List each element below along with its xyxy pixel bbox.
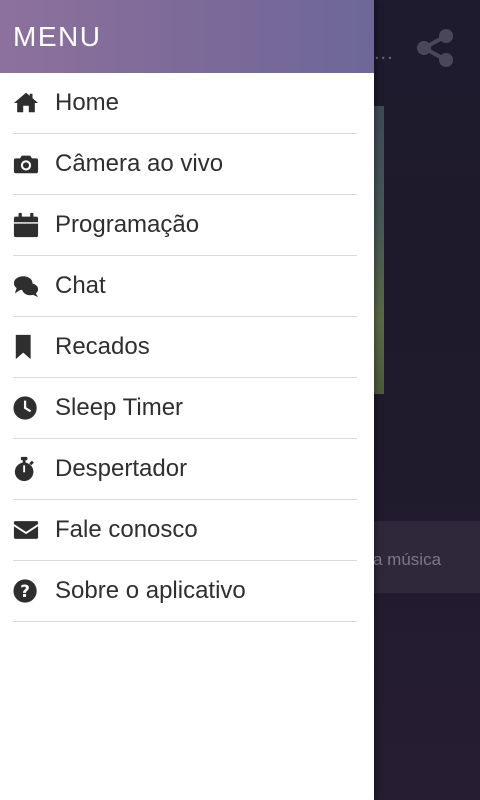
menu-item-about[interactable]: ? Sobre o aplicativo — [13, 561, 357, 622]
clock-icon — [13, 394, 41, 422]
question-circle-icon: ? — [13, 577, 41, 605]
menu-item-contact[interactable]: Fale conosco — [13, 500, 357, 561]
chat-bubbles-icon — [13, 272, 41, 300]
svg-text:?: ? — [20, 581, 30, 601]
bookmark-icon — [13, 333, 41, 361]
menu-item-label: Recados — [55, 333, 150, 360]
calendar-icon — [13, 211, 41, 239]
menu-item-schedule[interactable]: Programação — [13, 195, 357, 256]
background-more-dots: ... — [374, 42, 394, 64]
home-icon — [13, 89, 41, 117]
share-icon[interactable] — [416, 28, 454, 68]
drawer-header: MENU — [0, 0, 374, 73]
menu-item-label: Sleep Timer — [55, 394, 184, 421]
menu-item-label: Despertador — [55, 455, 188, 482]
menu-item-label: Chat — [55, 272, 106, 299]
camera-icon — [13, 150, 41, 178]
song-title-text: a música — [373, 550, 442, 569]
navigation-drawer: MENU Home Câmera ao vivo Programação Cha… — [0, 0, 374, 800]
menu-item-home[interactable]: Home — [13, 73, 357, 134]
menu-item-messages[interactable]: Recados — [13, 317, 357, 378]
menu-item-chat[interactable]: Chat — [13, 256, 357, 317]
envelope-icon — [13, 516, 41, 544]
menu-item-label: Programação — [55, 211, 200, 238]
menu-item-live-camera[interactable]: Câmera ao vivo — [13, 134, 357, 195]
stopwatch-icon — [13, 455, 41, 483]
menu-item-label: Fale conosco — [55, 516, 198, 543]
menu-item-sleep-timer[interactable]: Sleep Timer — [13, 378, 357, 439]
drawer-menu: Home Câmera ao vivo Programação Chat Rec — [0, 73, 374, 622]
menu-item-label: Sobre o aplicativo — [55, 577, 246, 604]
menu-item-label: Home — [55, 89, 120, 116]
drawer-title: MENU — [13, 20, 102, 52]
menu-item-label: Câmera ao vivo — [55, 150, 224, 177]
menu-item-alarm[interactable]: Despertador — [13, 439, 357, 500]
